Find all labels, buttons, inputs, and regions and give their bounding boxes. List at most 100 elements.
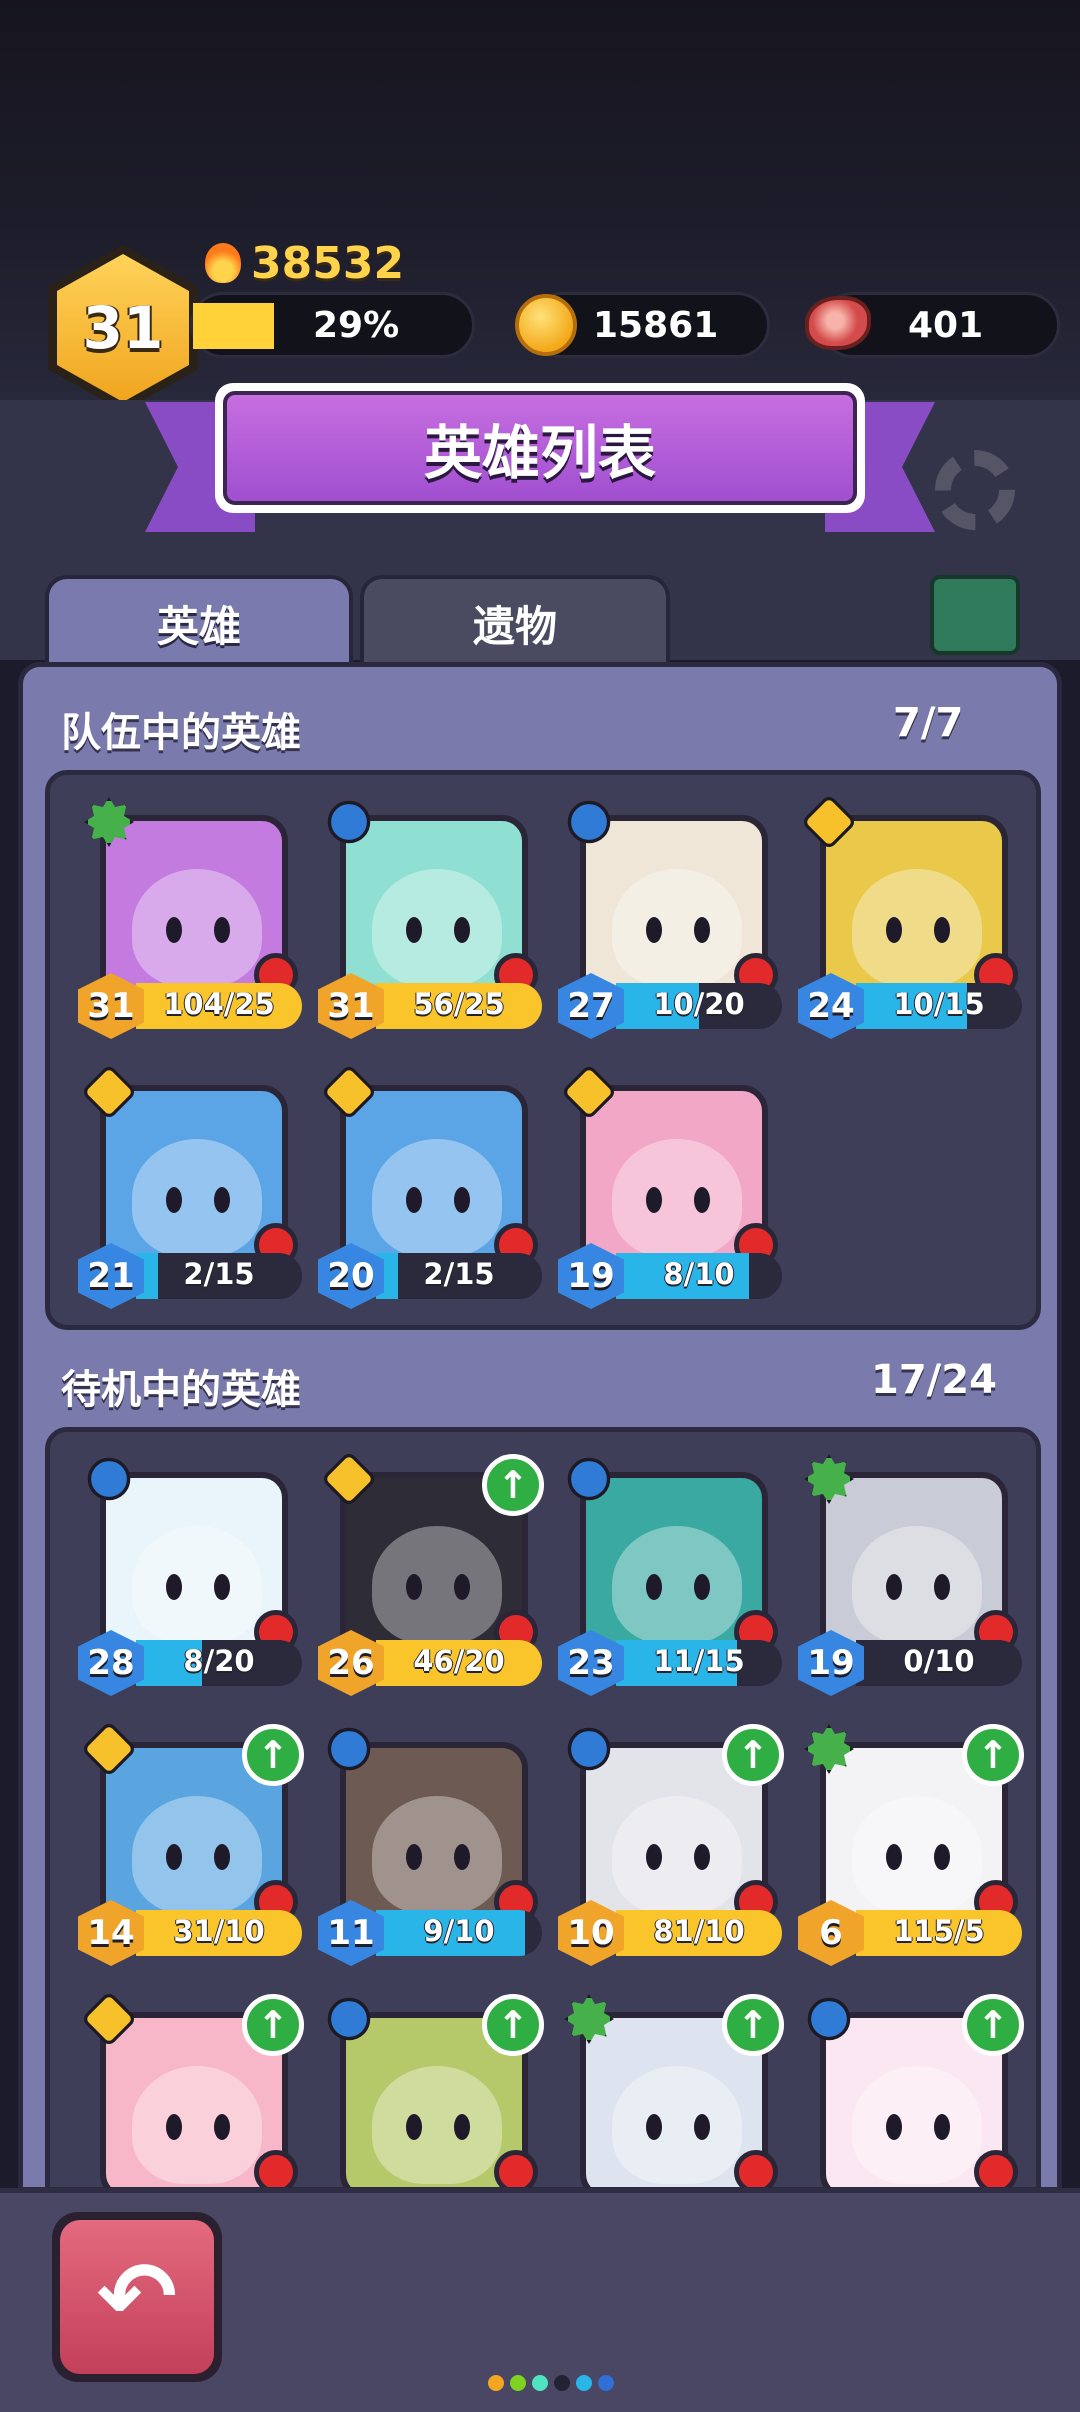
hero-card[interactable]: ↑ bbox=[78, 1990, 308, 2187]
page-title: 英雄列表 bbox=[423, 419, 656, 487]
shard-progress-bar: 104/25 bbox=[136, 983, 302, 1029]
hero-body bbox=[132, 869, 262, 987]
shard-progress-text: 11/15 bbox=[653, 1644, 745, 1678]
hero-card[interactable]: 9/10 11 bbox=[318, 1720, 548, 1966]
hero-eye bbox=[166, 1844, 182, 1870]
hero-body bbox=[852, 869, 982, 987]
upgrade-arrow-icon: ↑ bbox=[962, 1724, 1024, 1786]
gold-coin-icon bbox=[515, 294, 577, 356]
hero-eye bbox=[214, 917, 230, 943]
shard-progress-bar: 31/10 bbox=[136, 1910, 302, 1956]
reserve-hero-grid: 8/20 28 ↑ 46/20 26 11/15 23 0/10 19 ↑ 31/10 14 9/10 1… bbox=[45, 1427, 1041, 2187]
shard-progress-text: 81/10 bbox=[653, 1914, 745, 1948]
upgrade-arrow-icon: ↑ bbox=[962, 1994, 1024, 2056]
hero-body bbox=[612, 2066, 742, 2184]
upgrade-arrow-icon: ↑ bbox=[482, 1454, 544, 1516]
hero-eye bbox=[934, 2114, 950, 2140]
hero-body bbox=[372, 1139, 502, 1257]
tab-relics[interactable]: 遗物 bbox=[360, 575, 670, 667]
tab-relics-label: 遗物 bbox=[472, 601, 557, 651]
hero-card[interactable]: 56/25 31 bbox=[318, 793, 548, 1039]
upgrade-arrow-icon: ↑ bbox=[722, 1994, 784, 2056]
hero-eye bbox=[166, 2114, 182, 2140]
shard-progress-text: 104/25 bbox=[163, 987, 275, 1021]
shard-progress-bar: 46/20 bbox=[376, 1640, 542, 1686]
hero-eye bbox=[406, 2114, 422, 2140]
hero-eye bbox=[886, 917, 902, 943]
team-hero-grid: 104/25 31 56/25 31 10/20 27 10/15 24 2/15 21 2/15 2… bbox=[45, 770, 1041, 1330]
bug-class-icon bbox=[560, 793, 618, 851]
hero-card[interactable]: 104/25 31 bbox=[78, 793, 308, 1039]
virus-class-icon bbox=[800, 1720, 858, 1778]
hero-body bbox=[612, 1526, 742, 1644]
hero-card[interactable]: ↑ 31/10 14 bbox=[78, 1720, 308, 1966]
xp-bar: 29% bbox=[190, 292, 475, 358]
hero-card[interactable]: 10/15 24 bbox=[798, 793, 1028, 1039]
hero-eye bbox=[166, 1574, 182, 1600]
upgrade-arrow-icon: ↑ bbox=[722, 1724, 784, 1786]
xp-percent: 29% bbox=[313, 305, 400, 346]
hero-eye bbox=[646, 917, 662, 943]
upgrade-arrow-icon: ↑ bbox=[242, 1724, 304, 1786]
hero-body bbox=[372, 1796, 502, 1914]
shard-progress-text: 2/15 bbox=[183, 1257, 255, 1291]
notification-dot bbox=[254, 2150, 298, 2187]
tab-heroes[interactable]: 英雄 bbox=[45, 575, 353, 667]
shard-progress-text: 46/20 bbox=[413, 1644, 505, 1678]
meat-icon bbox=[805, 296, 871, 350]
hero-card[interactable]: ↑ 46/20 26 bbox=[318, 1450, 548, 1696]
hero-card[interactable]: 8/10 19 bbox=[558, 1063, 788, 1309]
flame-icon bbox=[205, 243, 241, 283]
shard-progress-bar: 56/25 bbox=[376, 983, 542, 1029]
hero-card[interactable]: ↑ bbox=[318, 1990, 548, 2187]
hero-eye bbox=[406, 1844, 422, 1870]
hero-card[interactable]: 8/20 28 bbox=[78, 1450, 308, 1696]
hero-card[interactable]: 2/15 21 bbox=[78, 1063, 308, 1309]
hero-body bbox=[132, 2066, 262, 2184]
hero-eye bbox=[406, 917, 422, 943]
upgrade-arrow-icon: ↑ bbox=[242, 1994, 304, 2056]
hero-eye bbox=[934, 1574, 950, 1600]
title-banner: 英雄列表 bbox=[215, 383, 865, 513]
shard-progress-bar: 0/10 bbox=[856, 1640, 1022, 1686]
power-value: 38532 bbox=[251, 237, 405, 289]
hero-card[interactable]: ↑ 81/10 10 bbox=[558, 1720, 788, 1966]
hero-eye bbox=[454, 1844, 470, 1870]
hero-card[interactable]: ↑ bbox=[558, 1990, 788, 2187]
skull-class-icon bbox=[80, 1990, 138, 2048]
team-section-title: 队伍中的英雄 bbox=[61, 710, 301, 756]
hero-body bbox=[372, 869, 502, 987]
shard-progress-bar: 10/15 bbox=[856, 983, 1022, 1029]
hero-list-panel[interactable]: 队伍中的英雄 7/7 104/25 31 56/25 31 10/20 27 10/15 24… bbox=[18, 662, 1062, 2192]
page-dot bbox=[510, 2375, 526, 2391]
reserve-count: 17/24 bbox=[871, 1357, 997, 1403]
hero-card[interactable]: 2/15 20 bbox=[318, 1063, 548, 1309]
hero-eye bbox=[694, 917, 710, 943]
hero-eye bbox=[166, 1187, 182, 1213]
gold-value: 15861 bbox=[593, 305, 719, 346]
mail-icon[interactable] bbox=[930, 575, 1020, 655]
hero-card[interactable]: 10/20 27 bbox=[558, 793, 788, 1039]
hero-eye bbox=[886, 2114, 902, 2140]
hero-card[interactable]: ↑ 115/5 6 bbox=[798, 1720, 1028, 1966]
skull-class-icon bbox=[320, 1063, 378, 1121]
hero-card[interactable]: ↑ bbox=[798, 1990, 1028, 2187]
page-indicator bbox=[488, 2375, 614, 2391]
player-level: 31 bbox=[57, 254, 189, 402]
skull-class-icon bbox=[800, 793, 858, 851]
hero-card[interactable]: 0/10 19 bbox=[798, 1450, 1028, 1696]
shard-progress-bar: 81/10 bbox=[616, 1910, 782, 1956]
settings-gear-icon[interactable] bbox=[935, 450, 1015, 530]
hero-eye bbox=[646, 1844, 662, 1870]
hero-card[interactable]: 11/15 23 bbox=[558, 1450, 788, 1696]
hero-eye bbox=[454, 1187, 470, 1213]
hero-eye bbox=[214, 2114, 230, 2140]
upgrade-arrow-icon: ↑ bbox=[482, 1994, 544, 2056]
shard-progress-text: 8/20 bbox=[183, 1644, 255, 1678]
shard-progress-text: 2/15 bbox=[423, 1257, 495, 1291]
bug-class-icon bbox=[320, 1720, 378, 1778]
back-button[interactable]: ↶ bbox=[52, 2212, 222, 2382]
tab-heroes-label: 英雄 bbox=[156, 601, 241, 651]
hero-eye bbox=[166, 917, 182, 943]
hero-eye bbox=[886, 1574, 902, 1600]
